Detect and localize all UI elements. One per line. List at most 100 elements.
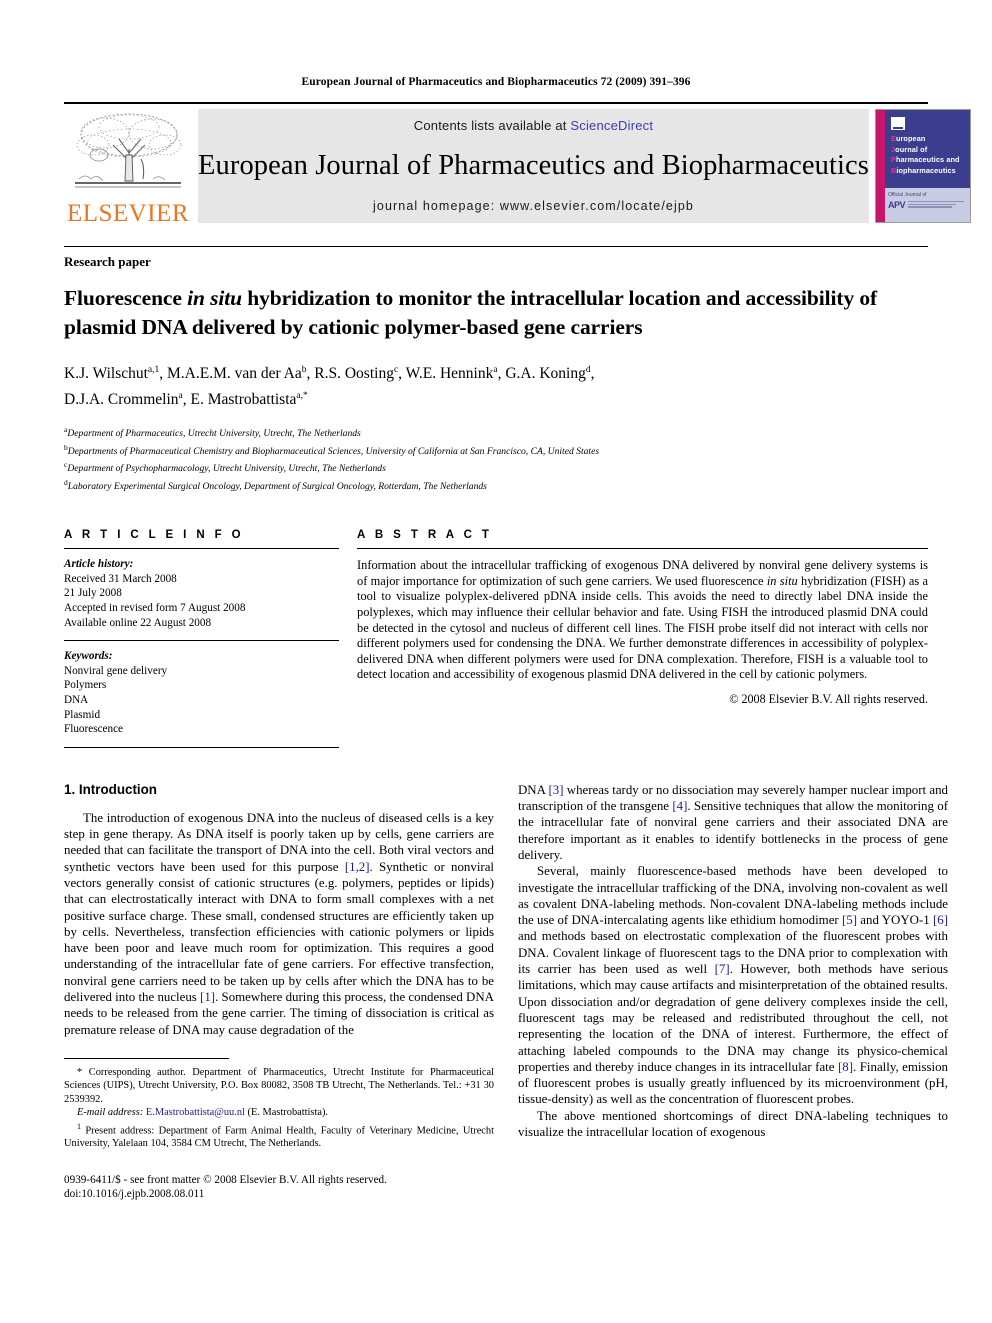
author-affil-mark: a,*: [296, 391, 308, 402]
author-name: G.A. Koning: [505, 365, 586, 383]
intro-text-b: . Synthetic or nonviral vectors generall…: [64, 859, 495, 1005]
author-sep: ,: [159, 365, 168, 383]
citation-ref[interactable]: [4]: [672, 799, 687, 813]
article-type-label: Research paper: [64, 254, 151, 269]
body-column-gap: [494, 782, 518, 1201]
history-item: Received 31 March 2008: [64, 572, 177, 585]
keyword-item: Fluorescence: [64, 723, 124, 736]
journal-cover-thumbnail: European Journal of Pharmaceutics and Bi…: [874, 109, 971, 223]
citation-ref[interactable]: [8]: [838, 1060, 853, 1074]
citation-ref[interactable]: [5]: [842, 913, 857, 927]
history-item: 21 July 2008: [64, 587, 122, 600]
author-name: R.S. Oosting: [314, 365, 394, 383]
keyword-item: Plasmid: [64, 708, 101, 721]
elsevier-wordmark: ELSEVIER: [66, 200, 190, 227]
elsevier-tree-icon: [75, 113, 182, 188]
cover-title-text: European Journal of Pharmaceutics and Bi…: [891, 134, 966, 176]
title-part-1: Fluorescence: [64, 286, 188, 310]
keyword-item: Polymers: [64, 679, 107, 692]
affiliation-text: Departments of Pharmaceutical Chemistry …: [67, 445, 600, 457]
info-abstract-row: A R T I C L E I N F O Article history: R…: [64, 529, 928, 748]
imprint-block: 0939-6411/$ - see front matter © 2008 El…: [64, 1173, 494, 1201]
info-divider-bottom: [64, 746, 339, 748]
email-suffix: (E. Mastrobattista).: [244, 1107, 329, 1119]
footnote-corresponding-author: * Corresponding author. Department of Ph…: [64, 1066, 494, 1105]
sciencedirect-link[interactable]: ScienceDirect: [570, 118, 653, 133]
history-item: Available online 22 August 2008: [64, 616, 212, 629]
citation-ref[interactable]: [1,2]: [345, 860, 370, 874]
right2-text-b: and YOYO-1: [857, 913, 933, 928]
contents-lists-line: Contents lists available at ScienceDirec…: [414, 118, 653, 133]
imprint-doi: doi:10.1016/j.ejpb.2008.08.011: [64, 1187, 205, 1200]
cover-spine-lower: [875, 188, 881, 222]
keywords-block: Keywords: Nonviral gene delivery Polymer…: [64, 641, 339, 737]
cover-apv-textlines: [907, 200, 964, 210]
present-address-text: Present address: Department of Farm Anim…: [64, 1125, 494, 1150]
author: E. Mastrobattistaa,*: [191, 391, 308, 408]
affiliation-item: bDepartments of Pharmaceutical Chemistry…: [64, 441, 928, 458]
cover-apv-block: APV: [888, 200, 964, 210]
intro-paragraph-right-2: Several, mainly fluorescence-based metho…: [518, 863, 948, 1107]
keyword-item: DNA: [64, 694, 89, 706]
cover-line1-rest: uropean: [895, 134, 926, 143]
footnote-present-address: 1 Present address: Department of Farm An…: [64, 1120, 494, 1151]
paper-page: European Journal of Pharmaceutics and Bi…: [0, 0, 992, 1323]
affiliation-text: Department of Psychopharmacology, Utrech…: [67, 463, 386, 475]
abstract-column: A B S T R A C T Information about the in…: [357, 529, 928, 748]
history-item: Accepted in revised form 7 August 2008: [64, 602, 246, 615]
affiliation-text: Department of Pharmaceutics, Utrecht Uni…: [67, 428, 361, 440]
affiliation-item: cDepartment of Psychopharmacology, Utrec…: [64, 458, 928, 475]
abstract-heading: A B S T R A C T: [357, 529, 493, 542]
author-name: E. Mastrobattista: [190, 391, 297, 409]
journal-homepage-link[interactable]: journal homepage: www.elsevier.com/locat…: [373, 199, 694, 213]
masthead-center-panel: Contents lists available at ScienceDirec…: [198, 109, 869, 223]
cover-line3-rest: harmaceutics and: [895, 155, 960, 164]
footnote-rule: [64, 1057, 229, 1066]
citation-ref[interactable]: [7]: [715, 962, 730, 976]
running-head: European Journal of Pharmaceutics and Bi…: [301, 76, 691, 88]
intro-paragraph-left: The introduction of exogenous DNA into t…: [64, 810, 494, 1038]
intro-paragraph-right-1: DNA [3] whereas tardy or no dissociation…: [518, 782, 948, 863]
article-info-heading: A R T I C L E I N F O: [64, 529, 245, 542]
cover-line2-rest: ournal of: [895, 144, 928, 154]
author-affil-mark: a,1: [147, 365, 160, 375]
author-list: K.J. Wilschuta,1, M.A.E.M. van der Aab, …: [64, 359, 928, 411]
author-name: W.E. Hennink: [405, 365, 494, 383]
citation-ref[interactable]: [1]: [200, 990, 215, 1004]
keywords-label: Keywords:: [64, 650, 113, 663]
abstract-part-2: hybridization (FISH) as a tool to visual…: [357, 573, 928, 682]
email-address-link[interactable]: E.Mastrobattista@uu.nl: [146, 1107, 245, 1118]
affiliation-list: aDepartment of Pharmaceutics, Utrecht Un…: [64, 423, 928, 493]
right-text-a: DNA: [518, 782, 549, 797]
cover-official-journal-label: Official Journal of: [887, 192, 927, 198]
imprint-line-1: 0939-6411/$ - see front matter © 2008 El…: [64, 1173, 387, 1186]
title-italic: in situ: [187, 286, 242, 310]
author: M.A.E.M. van der Aab,: [167, 365, 314, 382]
contents-prefix: Contents lists available at: [413, 118, 571, 133]
email-address-label: E-mail address:: [77, 1107, 144, 1119]
abstract-text: Information about the intracellular traf…: [357, 549, 928, 683]
article-info-column: A R T I C L E I N F O Article history: R…: [64, 529, 339, 748]
affiliation-text: Laboratory Experimental Surgical Oncolog…: [67, 480, 487, 492]
affiliation-item: aDepartment of Pharmaceutics, Utrecht Un…: [64, 423, 928, 440]
elsevier-logo: ELSEVIER: [64, 104, 192, 228]
right2-text-d: . However, both methods have serious lim…: [518, 962, 948, 1074]
abstract-copyright: © 2008 Elsevier B.V. All rights reserved…: [729, 692, 928, 706]
cover-line4-rest: iopharmaceutics: [896, 165, 956, 175]
journal-masthead: ELSEVIER Contents lists available at Sci…: [64, 102, 971, 228]
cover-elsevier-mark-icon: [890, 117, 905, 130]
author: R.S. Oostingc,: [314, 365, 405, 382]
body-column-left: 1. Introduction The introduction of exog…: [64, 782, 494, 1201]
body-column-right: DNA [3] whereas tardy or no dissociation…: [518, 782, 948, 1201]
body-columns: 1. Introduction The introduction of exog…: [64, 782, 948, 1201]
cover-footer: Official Journal of APV: [888, 192, 964, 210]
affiliation-item: dLaboratory Experimental Surgical Oncolo…: [64, 476, 928, 493]
column-gap: [339, 529, 357, 748]
author: K.J. Wilschuta,1,: [64, 365, 167, 382]
article-history-label: Article history:: [64, 558, 134, 571]
citation-ref[interactable]: [6]: [933, 913, 948, 927]
author-name: K.J. Wilschut: [64, 365, 148, 383]
footnote-email: E-mail address: E.Mastrobattista@uu.nl (…: [64, 1106, 494, 1119]
article-history-block: Article history: Received 31 March 2008 …: [64, 549, 339, 630]
citation-ref[interactable]: [3]: [548, 783, 563, 797]
